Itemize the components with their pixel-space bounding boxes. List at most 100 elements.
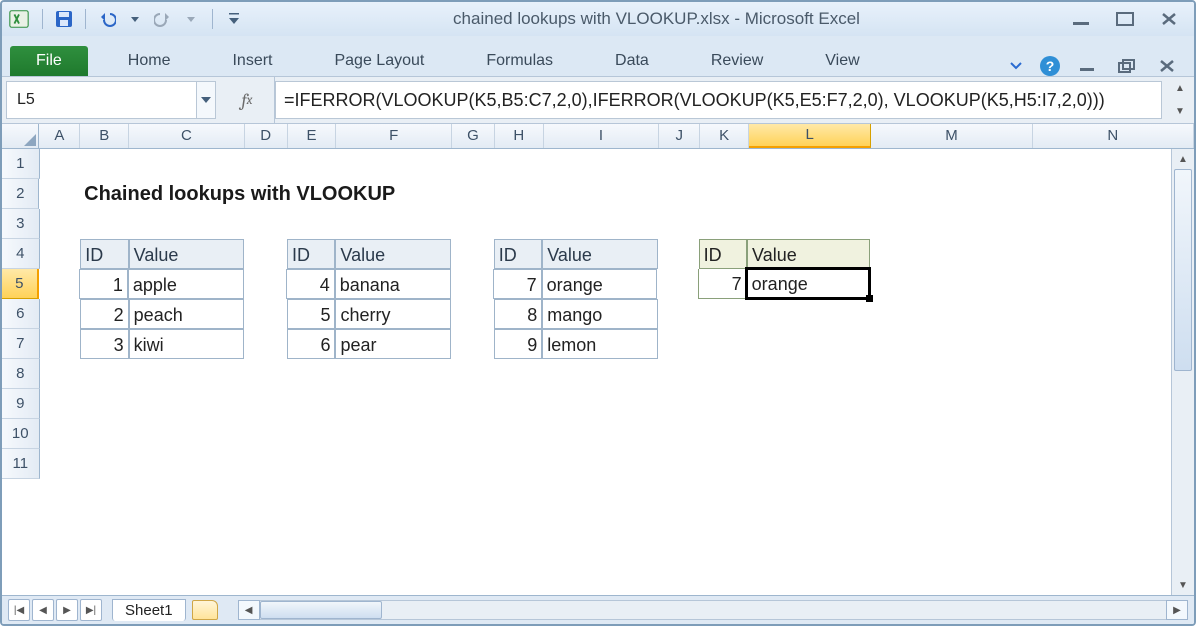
- table-cell[interactable]: banana: [335, 269, 451, 299]
- scroll-thumb[interactable]: [1174, 169, 1192, 371]
- table-cell[interactable]: 4: [286, 269, 334, 299]
- col-header[interactable]: G: [452, 124, 495, 148]
- result-id[interactable]: 7: [698, 269, 746, 299]
- sheet-nav-next-icon[interactable]: ▶: [56, 599, 78, 621]
- table-cell[interactable]: peach: [129, 299, 245, 329]
- table-cell[interactable]: 2: [80, 299, 128, 329]
- row-header[interactable]: 9: [2, 389, 40, 419]
- tab-file[interactable]: File: [10, 46, 88, 76]
- maximize-icon[interactable]: [1112, 10, 1138, 28]
- table-header[interactable]: ID: [494, 239, 542, 269]
- tab-home[interactable]: Home: [108, 46, 191, 76]
- col-header[interactable]: K: [700, 124, 749, 148]
- sheet-nav-first-icon[interactable]: |◀: [8, 599, 30, 621]
- sheet-nav-prev-icon[interactable]: ◀: [32, 599, 54, 621]
- col-header-selected[interactable]: L: [749, 124, 871, 148]
- select-all-corner[interactable]: [2, 124, 39, 148]
- excel-icon: [8, 8, 30, 30]
- table-cell[interactable]: 5: [287, 299, 335, 329]
- col-header[interactable]: N: [1033, 124, 1194, 148]
- sheet-nav-last-icon[interactable]: ▶|: [80, 599, 102, 621]
- undo-icon[interactable]: [96, 8, 118, 30]
- scroll-right-icon[interactable]: ▶: [1166, 600, 1188, 620]
- row-header[interactable]: 4: [2, 239, 40, 269]
- horizontal-scrollbar[interactable]: ◀ ▶: [238, 600, 1188, 620]
- table-cell[interactable]: pear: [335, 329, 451, 359]
- redo-icon[interactable]: [152, 8, 174, 30]
- redo-dropdown-icon[interactable]: [180, 8, 202, 30]
- tab-view[interactable]: View: [805, 46, 879, 76]
- table-cell[interactable]: kiwi: [129, 329, 245, 359]
- table-header[interactable]: ID: [287, 239, 335, 269]
- grid-rows[interactable]: 1 2 Chained lookups with VLOOKUP 3 4 ID …: [2, 149, 1194, 595]
- qat-customize-icon[interactable]: [223, 8, 245, 30]
- new-sheet-icon[interactable]: [192, 600, 218, 620]
- name-box-dropdown-icon[interactable]: [196, 82, 215, 118]
- tab-data[interactable]: Data: [595, 46, 669, 76]
- mdi-restore-icon[interactable]: [1114, 57, 1140, 75]
- col-header[interactable]: C: [129, 124, 245, 148]
- table-cell[interactable]: lemon: [542, 329, 658, 359]
- row-header[interactable]: 3: [2, 209, 40, 239]
- table-cell[interactable]: 1: [79, 269, 127, 299]
- table-cell[interactable]: 6: [287, 329, 335, 359]
- col-header[interactable]: B: [80, 124, 129, 148]
- col-header[interactable]: I: [544, 124, 660, 148]
- col-header[interactable]: E: [288, 124, 337, 148]
- formula-input[interactable]: =IFERROR(VLOOKUP(K5,B5:C7,2,0),IFERROR(V…: [275, 81, 1162, 119]
- table-header[interactable]: Value: [129, 239, 245, 269]
- help-icon[interactable]: ?: [1040, 56, 1060, 76]
- close-icon[interactable]: [1156, 10, 1182, 28]
- worksheet-title[interactable]: Chained lookups with VLOOKUP: [80, 179, 130, 209]
- tab-page-layout[interactable]: Page Layout: [314, 46, 444, 76]
- table-cell[interactable]: apple: [128, 269, 244, 299]
- row-header[interactable]: 1: [2, 149, 40, 179]
- table-cell[interactable]: 8: [494, 299, 542, 329]
- sheet-tab[interactable]: Sheet1: [112, 599, 186, 621]
- hscroll-thumb[interactable]: [260, 601, 382, 619]
- row-header[interactable]: 2: [2, 179, 39, 209]
- table-cell[interactable]: cherry: [335, 299, 451, 329]
- mdi-close-icon[interactable]: [1154, 57, 1180, 75]
- tab-review[interactable]: Review: [691, 46, 783, 76]
- row-header[interactable]: 8: [2, 359, 40, 389]
- scroll-up-icon[interactable]: ▲: [1172, 149, 1194, 169]
- row-header[interactable]: 11: [2, 449, 40, 479]
- col-header[interactable]: H: [495, 124, 544, 148]
- table-header[interactable]: ID: [80, 239, 128, 269]
- table-cell[interactable]: 3: [80, 329, 128, 359]
- result-header[interactable]: ID: [699, 239, 747, 269]
- row-header-selected[interactable]: 5: [2, 269, 39, 299]
- mdi-minimize-icon[interactable]: [1074, 57, 1100, 75]
- formula-expand[interactable]: ▲▼: [1166, 77, 1194, 123]
- column-headers: A B C D E F G H I J K L M N: [2, 124, 1194, 149]
- row-header[interactable]: 7: [2, 329, 40, 359]
- col-header[interactable]: F: [336, 124, 452, 148]
- table-cell[interactable]: 7: [493, 269, 541, 299]
- ribbon-minimize-icon[interactable]: [1006, 57, 1026, 75]
- row-header[interactable]: 10: [2, 419, 40, 449]
- col-header[interactable]: A: [39, 124, 80, 148]
- table-header[interactable]: Value: [542, 239, 658, 269]
- tab-insert[interactable]: Insert: [212, 46, 292, 76]
- row-header[interactable]: 6: [2, 299, 40, 329]
- scroll-left-icon[interactable]: ◀: [238, 600, 260, 620]
- table-cell[interactable]: orange: [542, 269, 658, 299]
- col-header[interactable]: D: [245, 124, 288, 148]
- vertical-scrollbar[interactable]: ▲ ▼: [1171, 149, 1194, 595]
- table-cell[interactable]: mango: [542, 299, 658, 329]
- table-header[interactable]: Value: [335, 239, 451, 269]
- name-box[interactable]: L5: [6, 81, 216, 119]
- tab-formulas[interactable]: Formulas: [466, 46, 573, 76]
- table-cell[interactable]: 9: [494, 329, 542, 359]
- col-header[interactable]: J: [659, 124, 700, 148]
- name-box-value[interactable]: L5: [7, 85, 196, 115]
- result-value[interactable]: orange: [747, 269, 870, 299]
- undo-dropdown-icon[interactable]: [124, 8, 146, 30]
- col-header[interactable]: M: [871, 124, 1032, 148]
- save-icon[interactable]: [53, 8, 75, 30]
- result-header[interactable]: Value: [747, 239, 870, 269]
- minimize-icon[interactable]: [1068, 10, 1094, 28]
- fx-icon[interactable]: fx: [220, 77, 275, 123]
- scroll-down-icon[interactable]: ▼: [1172, 575, 1194, 595]
